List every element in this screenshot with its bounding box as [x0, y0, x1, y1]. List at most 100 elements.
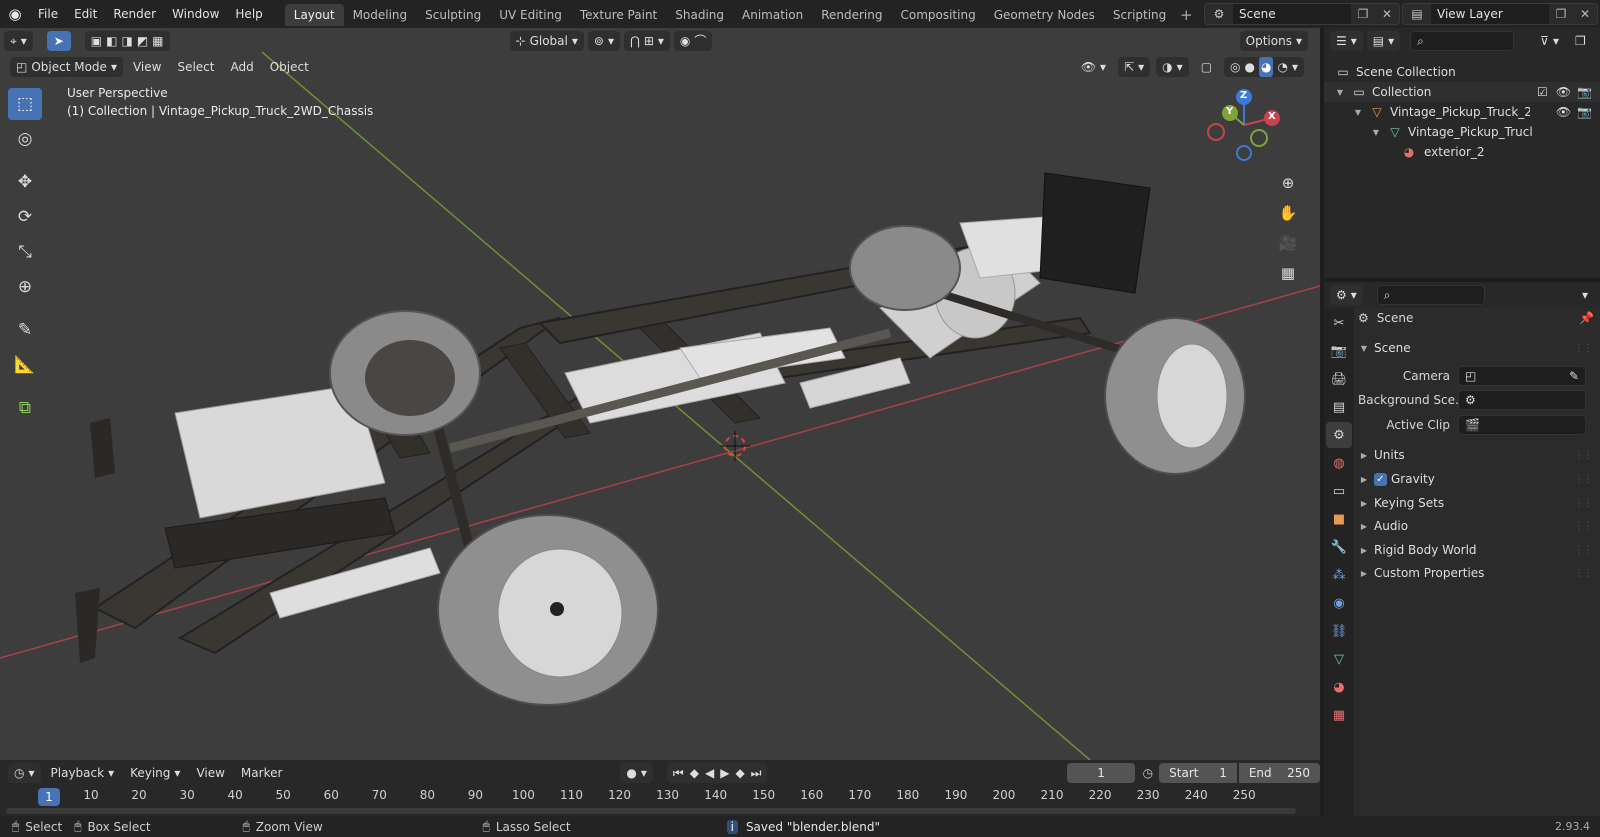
drag-handle-icon[interactable]: ⋮⋮ — [1574, 474, 1593, 485]
jump-start-icon[interactable]: ⏮ — [673, 763, 684, 783]
tab-shading[interactable]: Shading — [666, 4, 733, 26]
end-frame-field[interactable]: End 250 — [1238, 763, 1320, 783]
camera-render-icon[interactable]: 📷 — [1577, 85, 1592, 99]
tab-scene[interactable]: ⚙ — [1326, 422, 1352, 448]
menu-render[interactable]: Render — [105, 3, 164, 25]
eye-icon[interactable]: 👁 — [1556, 85, 1571, 99]
front-left-wheel[interactable] — [849, 225, 961, 311]
use-preview-range-icon[interactable]: ◷ — [1143, 766, 1153, 780]
drag-handle-icon[interactable]: ⋮⋮ — [1574, 450, 1593, 461]
proportional-edit-toggle[interactable]: ◉ ⌒ — [673, 31, 713, 51]
tab-world[interactable]: ◍ — [1326, 450, 1352, 476]
viewport-menu-object[interactable]: Object — [264, 57, 315, 77]
menu-help[interactable]: Help — [227, 3, 270, 25]
tab-collection[interactable]: ▭ — [1326, 478, 1352, 504]
add-workspace-icon[interactable]: + — [1175, 4, 1197, 26]
select-box-tool[interactable]: ⬚ — [8, 88, 42, 120]
scene-panel-header[interactable]: ▼ Scene ⋮⋮ — [1358, 337, 1598, 359]
3d-viewport[interactable]: Z X Y ⌖ ▾ ➤ ▣ ◧ ◨ ◩ ▦ ⊹ Global ▾ ⊚ ▾ ⋂ ⊞ ▾ ◉ ⌒ Opti… — [0, 28, 1320, 760]
tab-texture[interactable]: ▦ — [1326, 702, 1352, 728]
prev-keyframe-icon[interactable]: ◆ — [690, 763, 699, 783]
options-dropdown[interactable]: Options ▾ — [1239, 31, 1308, 51]
new-collection-button[interactable]: ❐ — [1569, 31, 1592, 51]
timeline-editor-type[interactable]: ◷ ▾ — [8, 763, 41, 783]
tab-particles[interactable]: ⁂ — [1326, 562, 1352, 588]
select-tool-toggle[interactable]: ➤ — [46, 31, 71, 51]
annotate-tool[interactable]: ✎ — [8, 314, 42, 346]
custom-properties-panel-header[interactable]: ▶ Custom Properties ⋮⋮ — [1358, 562, 1598, 584]
filter-dropdown[interactable]: ⊽ ▾ — [1534, 31, 1565, 51]
overlay-toggle[interactable]: ◑ ▾ — [1156, 57, 1189, 77]
tab-output[interactable]: 🖨 — [1326, 366, 1352, 392]
rear-left-wheel[interactable] — [329, 310, 481, 436]
blender-logo-icon[interactable]: ◉ — [0, 0, 30, 28]
viewport-menu-add[interactable]: Add — [224, 57, 259, 77]
visibility-toggle[interactable]: 👁 ▾ — [1075, 57, 1112, 77]
move-tool[interactable]: ✥ — [8, 166, 42, 198]
tab-constraints[interactable]: ⛓ — [1326, 618, 1352, 644]
play-icon[interactable]: ▶ — [720, 763, 729, 783]
tab-sculpting[interactable]: Sculpting — [416, 4, 490, 26]
outliner-row-object[interactable]: ▼ ▽ Vintage_Pickup_Truck_2V 👁 📷 — [1324, 102, 1600, 122]
viewport-menu-select[interactable]: Select — [171, 57, 220, 77]
zoom-button[interactable]: ⊕ — [1273, 168, 1303, 198]
rigid-body-world-panel-header[interactable]: ▶ Rigid Body World ⋮⋮ — [1358, 539, 1598, 561]
gravity-panel-header[interactable]: ▶ ✓ Gravity ⋮⋮ — [1358, 468, 1598, 490]
drag-handle-icon[interactable]: ⋮⋮ — [1574, 343, 1593, 354]
tab-uv-editing[interactable]: UV Editing — [490, 4, 571, 26]
rotate-tool[interactable]: ⟳ — [8, 201, 42, 233]
new-view-layer-icon[interactable]: ❐ — [1549, 7, 1573, 21]
expand-triangle-icon[interactable]: ▼ — [1352, 108, 1364, 117]
eye-icon[interactable]: 👁 — [1556, 105, 1571, 119]
expand-triangle-icon[interactable]: ▼ — [1370, 128, 1382, 137]
pan-button[interactable]: ✋ — [1273, 198, 1303, 228]
view-layer-name-field[interactable]: View Layer — [1431, 4, 1549, 24]
play-reverse-icon[interactable]: ◀ — [705, 763, 714, 783]
delete-scene-icon[interactable]: ✕ — [1375, 7, 1399, 21]
gizmo-toggle[interactable]: ⇱ ▾ — [1118, 57, 1151, 77]
current-frame-field[interactable]: 1 — [1067, 763, 1135, 783]
drag-handle-icon[interactable]: ⋮⋮ — [1574, 568, 1593, 579]
jump-end-icon[interactable]: ⏭ — [751, 763, 762, 783]
measure-tool[interactable]: 📐 — [8, 349, 42, 381]
tab-modeling[interactable]: Modeling — [344, 4, 417, 26]
view-layer-selector[interactable]: ▤ View Layer ❐ ✕ — [1402, 3, 1598, 25]
selection-mode-group[interactable]: ▣ ◧ ◨ ◩ ▦ — [84, 31, 170, 51]
active-clip-field[interactable]: 🎬 — [1458, 415, 1586, 435]
drag-handle-icon[interactable]: ⋮⋮ — [1574, 498, 1593, 509]
snap-toggle[interactable]: ⋂ ⊞ ▾ — [623, 31, 670, 51]
mode-dropdown[interactable]: ◰ Object Mode ▾ — [10, 57, 123, 77]
tab-material[interactable]: ◕ — [1326, 674, 1352, 700]
outliner-row-collection[interactable]: ▼ ▭ Collection ☑ 👁 📷 — [1324, 82, 1600, 102]
menu-window[interactable]: Window — [164, 3, 227, 25]
scale-tool[interactable]: ⤡ — [8, 236, 42, 268]
tab-geometry-nodes[interactable]: Geometry Nodes — [985, 4, 1104, 26]
exclude-checkbox[interactable]: ☑ — [1537, 85, 1548, 99]
scene-name-field[interactable]: Scene — [1233, 4, 1351, 24]
properties-search-input[interactable]: ⌕ — [1376, 285, 1485, 305]
outliner-row-scene-collection[interactable]: ▭ Scene Collection — [1324, 62, 1600, 82]
tab-layout[interactable]: Layout — [284, 4, 344, 26]
timeline-playback-menu[interactable]: Playback ▾ — [45, 763, 121, 783]
camera-view-button[interactable]: 🎥 — [1273, 228, 1303, 258]
timeline-marker-menu[interactable]: Marker — [235, 763, 288, 783]
expand-triangle-icon[interactable]: ▼ — [1334, 88, 1346, 97]
timeline-view-menu[interactable]: View — [190, 763, 230, 783]
next-keyframe-icon[interactable]: ◆ — [735, 763, 744, 783]
units-panel-header[interactable]: ▶ Units ⋮⋮ — [1358, 444, 1598, 466]
tab-tool[interactable]: ✂ — [1326, 310, 1352, 336]
rear-right-wheel[interactable] — [437, 514, 659, 706]
tab-object[interactable]: ■ — [1326, 506, 1352, 532]
outliner-search-input[interactable]: ⌕ — [1410, 31, 1515, 51]
timeline-scrollbar[interactable] — [6, 808, 1296, 814]
start-frame-field[interactable]: Start 1 — [1159, 763, 1237, 783]
camera-render-icon[interactable]: 📷 — [1577, 105, 1592, 119]
tab-data[interactable]: ▽ — [1326, 646, 1352, 672]
tab-scripting[interactable]: Scripting — [1104, 4, 1175, 26]
outliner-row-mesh[interactable]: ▼ ▽ Vintage_Pickup_Trucl — [1324, 122, 1600, 142]
playhead[interactable]: 1 — [38, 788, 60, 806]
record-button[interactable]: ● ▾ — [620, 763, 653, 783]
outliner-row-material[interactable]: ◕ exterior_2 — [1324, 142, 1600, 162]
properties-options-dropdown[interactable]: ▾ — [1576, 285, 1594, 305]
transform-tool[interactable]: ⊕ — [8, 271, 42, 303]
